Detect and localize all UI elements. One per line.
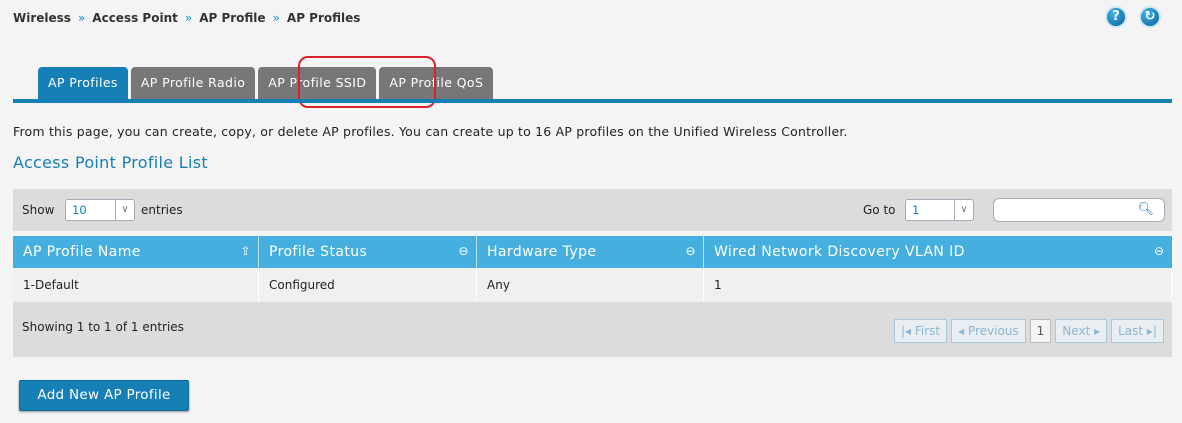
chevron-down-icon: ∨: [115, 200, 134, 220]
cell-hardware-type: Any: [476, 268, 704, 303]
column-header-label: AP Profile Name: [23, 244, 141, 260]
show-label: Show: [22, 203, 55, 217]
column-header-label: Wired Network Discovery VLAN ID: [714, 244, 965, 260]
tab-ap-profile-radio[interactable]: AP Profile Radio: [130, 67, 256, 99]
tab-ap-profiles[interactable]: AP Profiles: [38, 67, 128, 99]
column-header-wired-network-discovery-vlan-id[interactable]: Wired Network Discovery VLAN ID ⊖: [703, 236, 1172, 268]
sort-ascending-icon[interactable]: ⇧: [241, 244, 251, 258]
first-page-button[interactable]: |◂ First: [893, 319, 948, 343]
table-footer: Showing 1 to 1 of 1 entries |◂ First ◂ P…: [13, 302, 1172, 357]
breadcrumb-item-wireless[interactable]: Wireless: [13, 11, 71, 25]
next-page-button[interactable]: Next ▸: [1055, 319, 1108, 343]
column-header-profile-status[interactable]: Profile Status ⊖: [258, 236, 477, 268]
last-page-button[interactable]: Last ▸|: [1111, 319, 1164, 343]
search-icon[interactable]: 🔍︎: [1137, 202, 1154, 217]
breadcrumb-separator: »: [77, 11, 86, 25]
previous-page-button[interactable]: ◂ Previous: [951, 319, 1026, 343]
goto-label: Go to: [863, 203, 896, 217]
goto-page-value: 1: [912, 203, 920, 217]
column-header-label: Profile Status: [269, 244, 368, 260]
table-toolbar: Show 10 ∨ entries Go to 1 ∨ 🔍︎: [13, 189, 1172, 231]
next-page-label: Next: [1062, 324, 1091, 338]
breadcrumb-item-ap-profiles: AP Profiles: [286, 11, 361, 25]
current-page-button[interactable]: 1: [1029, 319, 1052, 343]
cell-ap-profile-name: 1-Default: [13, 268, 259, 303]
pagination: |◂ First ◂ Previous 1 Next ▸ Last ▸|: [893, 319, 1164, 343]
cell-vlan-id: 1: [703, 268, 1172, 303]
column-header-ap-profile-name[interactable]: AP Profile Name ⇧: [13, 236, 259, 268]
breadcrumb-separator: »: [184, 11, 193, 25]
entries-label: entries: [141, 203, 183, 217]
breadcrumb: Wireless » Access Point » AP Profile » AP Prof…: [13, 11, 360, 25]
sort-icon[interactable]: ⊖: [686, 244, 696, 258]
page-description: From this page, you can create, copy, or…: [13, 124, 848, 139]
section-title: Access Point Profile List: [13, 153, 208, 172]
entries-select[interactable]: 10 ∨: [65, 199, 135, 221]
chevron-down-icon: ∨: [954, 200, 973, 220]
help-icon[interactable]: ?: [1105, 6, 1127, 28]
ap-profile-table: AP Profile Name ⇧ Profile Status ⊖ Hardw…: [13, 236, 1172, 303]
cell-profile-status: Configured: [258, 268, 477, 303]
previous-page-label: Previous: [967, 324, 1019, 338]
entries-select-value: 10: [72, 203, 87, 217]
column-header-label: Hardware Type: [487, 244, 597, 260]
column-header-hardware-type[interactable]: Hardware Type ⊖: [476, 236, 704, 268]
search-input[interactable]: 🔍︎: [993, 198, 1165, 222]
sort-icon[interactable]: ⊖: [1154, 244, 1164, 258]
breadcrumb-separator: »: [272, 11, 280, 25]
breadcrumb-item-access-point[interactable]: Access Point: [92, 11, 178, 25]
goto-page-select[interactable]: 1 ∨: [905, 199, 974, 221]
tab-underline: [13, 99, 1172, 103]
last-page-label: Last: [1118, 324, 1144, 338]
sort-icon[interactable]: ⊖: [459, 244, 469, 258]
first-page-label: First: [914, 324, 941, 338]
refresh-icon[interactable]: ↻: [1139, 6, 1161, 28]
table-row[interactable]: 1-Default Configured Any 1: [13, 268, 1172, 303]
breadcrumb-item-ap-profile[interactable]: AP Profile: [199, 11, 265, 25]
entries-info: Showing 1 to 1 of 1 entries: [22, 320, 184, 334]
add-new-ap-profile-button[interactable]: Add New AP Profile: [19, 380, 189, 411]
